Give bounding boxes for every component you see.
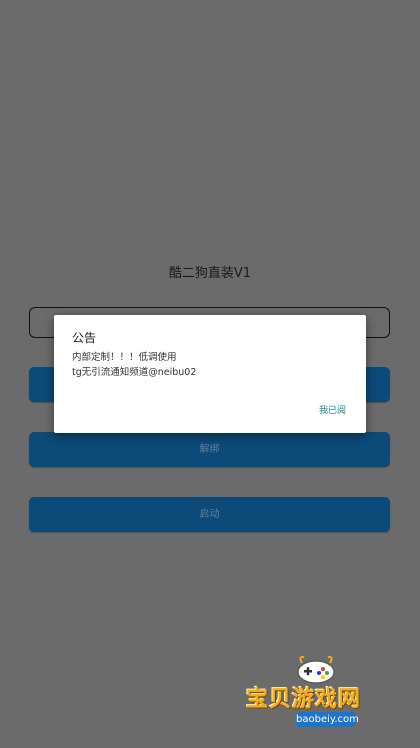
watermark-logo: 宝贝游戏网 baobeiy.com (244, 655, 394, 735)
dialog-ok-button[interactable]: 我已阅 (319, 403, 346, 416)
app-title: 酷二狗直装V1 (168, 266, 252, 281)
unbind-button[interactable]: 解绑 (29, 432, 390, 467)
watermark-url: baobeiy.com (296, 712, 359, 727)
start-button[interactable]: 启动 (29, 497, 390, 532)
dialog-message-line: tg无引流通知频道@neibu02 (72, 367, 197, 378)
dialog-message: 内部定制！！！低调使用 tg无引流通知频道@neibu02 (72, 350, 196, 380)
announcement-dialog: 公告 内部定制！！！低调使用 tg无引流通知频道@neibu02 我已阅 (54, 315, 366, 433)
dialog-message-line: 内部定制！！！低调使用 (72, 352, 177, 363)
dialog-title: 公告 (72, 331, 97, 345)
watermark-brand: 宝贝游戏网 (246, 687, 362, 712)
